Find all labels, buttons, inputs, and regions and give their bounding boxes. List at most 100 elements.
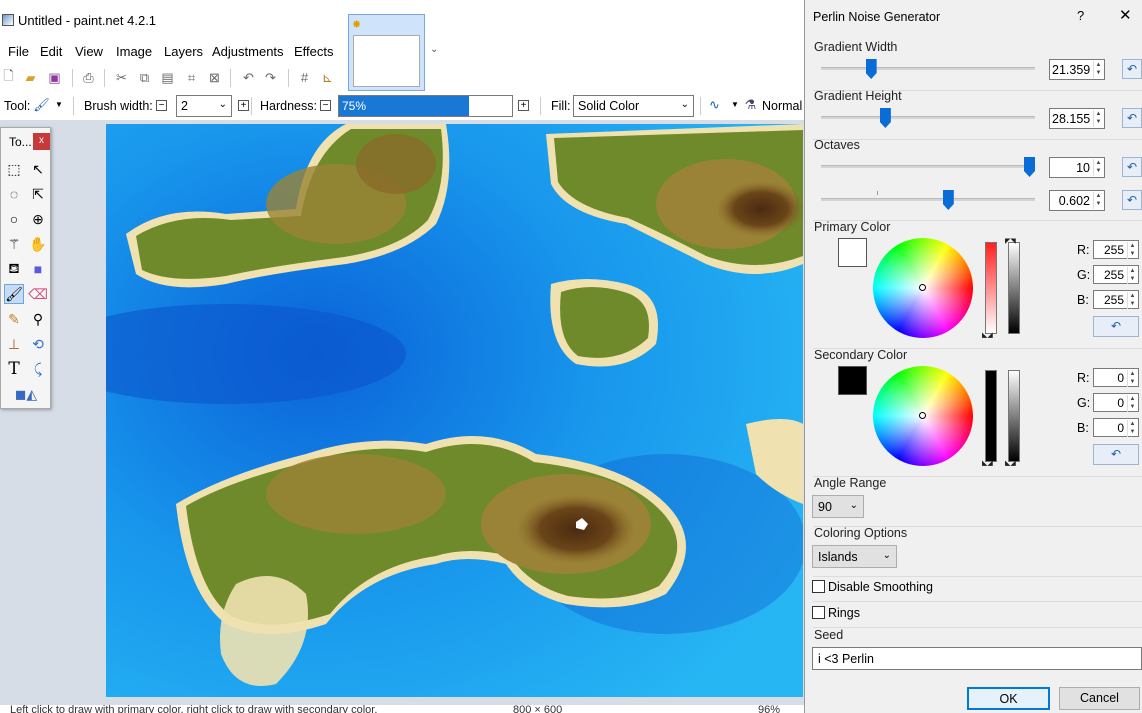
color-wheel-marker[interactable] [919, 412, 926, 419]
pencil-icon[interactable]: ✎ [4, 309, 24, 329]
secondary-color-wheel[interactable] [873, 366, 973, 466]
seed-input[interactable]: i <3 Perlin [812, 647, 1142, 670]
primary-color-swatch[interactable] [838, 238, 867, 267]
reset-octaves-button[interactable]: ↶ [1122, 157, 1142, 177]
slider-marker-icon[interactable]: ◣◢ [982, 459, 993, 467]
lasso-select-icon[interactable]: ◌ [4, 184, 24, 204]
open-folder-icon[interactable]: ▰ [22, 69, 39, 86]
rings-checkbox[interactable] [812, 606, 825, 619]
menu-layers[interactable]: Layers [164, 44, 203, 59]
redo-icon[interactable]: ↷ [262, 69, 279, 86]
hardness-increase-button[interactable]: + [518, 100, 529, 111]
gradient-height-track[interactable] [821, 116, 1035, 119]
undo-icon[interactable]: ↶ [240, 69, 257, 86]
persistence-slider-handle[interactable] [942, 190, 954, 210]
menu-adjustments[interactable]: Adjustments [212, 44, 284, 59]
move-selected-icon[interactable]: ↖ [28, 159, 48, 179]
gradient-icon[interactable]: ■ [28, 259, 48, 279]
spinner-arrows-icon[interactable]: ▲ ▼ [1127, 292, 1137, 309]
primary-value-bar[interactable] [1008, 242, 1020, 334]
menu-effects[interactable]: Effects [294, 44, 334, 59]
disable-smoothing-checkbox[interactable] [812, 580, 825, 593]
deselect-icon[interactable]: ⊠ [206, 69, 223, 86]
primary-b-input[interactable]: 255 ▲ ▼ [1093, 290, 1139, 309]
slider-marker-icon[interactable]: ◤◥ [1005, 237, 1016, 245]
fill-mode-combobox[interactable]: Solid Color ⌄ [573, 95, 694, 117]
secondary-r-input[interactable]: 0 ▲ ▼ [1093, 368, 1139, 387]
spinner-arrows-icon[interactable]: ▲ ▼ [1127, 267, 1137, 284]
secondary-saturation-bar[interactable] [985, 370, 997, 462]
menu-file[interactable]: File [8, 44, 29, 59]
tools-window-close-button[interactable]: x [33, 133, 50, 150]
primary-color-wheel[interactable] [873, 238, 973, 338]
ok-button[interactable]: OK [967, 687, 1050, 710]
spinner-arrows-icon[interactable]: ▲ ▼ [1127, 395, 1137, 412]
reset-primary-color-button[interactable]: ↶ [1093, 316, 1139, 337]
close-button[interactable]: ✕ [1119, 6, 1132, 24]
spinner-arrows-icon[interactable]: ▲ ▼ [1093, 110, 1103, 127]
cancel-button[interactable]: Cancel [1059, 687, 1140, 710]
paintbrush-icon[interactable]: 🖌 [4, 284, 24, 304]
hardness-slider[interactable]: 75% [338, 95, 513, 117]
gradient-height-input[interactable]: 28.155 ▲ ▼ [1049, 108, 1105, 129]
brush-width-decrease-button[interactable]: − [156, 100, 167, 111]
brush-width-increase-button[interactable]: + [238, 100, 249, 111]
persistence-track[interactable] [821, 198, 1035, 201]
octaves-input[interactable]: 10 ▲ ▼ [1049, 157, 1105, 178]
color-picker-icon[interactable]: ⚲ [28, 309, 48, 329]
hardness-decrease-button[interactable]: − [320, 100, 331, 111]
coloring-options-dropdown[interactable]: Islands ⌄ [812, 545, 897, 568]
move-selection-icon[interactable]: ⇱ [28, 184, 48, 204]
reset-gradient-width-button[interactable]: ↶ [1122, 59, 1142, 79]
shapes-icon[interactable]: ◼◭ [8, 384, 44, 404]
help-button[interactable]: ? [1077, 8, 1084, 23]
crop-icon[interactable]: ⌗ [183, 69, 200, 86]
octaves-slider-handle[interactable] [1024, 157, 1035, 177]
antialias-dropdown-arrow-icon[interactable]: ▼ [731, 100, 739, 109]
antialiasing-icon[interactable]: ∿ [706, 96, 723, 113]
rings-label[interactable]: Rings [828, 606, 860, 620]
magic-wand-icon[interactable]: ⚚ [4, 234, 24, 254]
tool-dropdown-arrow-icon[interactable]: ▼ [55, 100, 63, 109]
gradient-height-slider-handle[interactable] [879, 108, 891, 128]
primary-saturation-bar[interactable] [985, 242, 997, 334]
primary-r-input[interactable]: 255 ▲ ▼ [1093, 240, 1139, 259]
spinner-arrows-icon[interactable]: ▲ ▼ [1093, 61, 1103, 78]
disable-smoothing-label[interactable]: Disable Smoothing [828, 580, 933, 594]
secondary-b-input[interactable]: 0 ▲ ▼ [1093, 418, 1139, 437]
cut-icon[interactable]: ✂ [113, 69, 130, 86]
spinner-arrows-icon[interactable]: ▲ ▼ [1093, 159, 1103, 176]
status-zoom[interactable]: 96% [758, 705, 780, 713]
gradient-width-input[interactable]: 21.359 ▲ ▼ [1049, 59, 1105, 80]
slider-marker-icon[interactable]: ◣◢ [1005, 459, 1016, 467]
menu-image[interactable]: Image [116, 44, 152, 59]
image-canvas[interactable] [106, 124, 803, 697]
text-icon[interactable]: T [4, 359, 24, 379]
new-file-icon[interactable]: 🗋 [0, 68, 17, 86]
color-wheel-marker[interactable] [919, 284, 926, 291]
ellipse-select-icon[interactable]: ○ [4, 209, 24, 229]
reset-secondary-color-button[interactable]: ↶ [1093, 444, 1139, 465]
line-curve-icon[interactable]: ⤹ [28, 359, 48, 379]
secondary-color-swatch[interactable] [838, 366, 867, 395]
primary-g-input[interactable]: 255 ▲ ▼ [1093, 265, 1139, 284]
spinner-arrows-icon[interactable]: ▲ ▼ [1127, 370, 1137, 387]
reset-persistence-button[interactable]: ↶ [1122, 190, 1142, 210]
angle-range-dropdown[interactable]: 90 ⌄ [812, 495, 864, 518]
current-tool-paintbrush-icon[interactable]: 🖌 [33, 96, 50, 113]
reset-gradient-height-button[interactable]: ↶ [1122, 108, 1142, 128]
brush-width-combobox[interactable]: 2 ⌄ [176, 95, 232, 117]
save-icon[interactable]: ▣ [46, 69, 63, 86]
pan-hand-icon[interactable]: ✋ [28, 234, 48, 254]
image-list-chevron-icon[interactable]: ⌄ [430, 44, 438, 55]
gradient-width-track[interactable] [821, 67, 1035, 70]
zoom-icon[interactable]: ⊕ [28, 209, 48, 229]
slider-marker-icon[interactable]: ◣◢ [982, 331, 993, 339]
spinner-arrows-icon[interactable]: ▲ ▼ [1093, 192, 1103, 209]
paste-icon[interactable]: ▤ [159, 69, 176, 86]
clone-stamp-icon[interactable]: ⊥ [4, 334, 24, 354]
copy-icon[interactable]: ⧉ [136, 69, 153, 86]
blend-mode-value[interactable]: Normal [762, 99, 802, 113]
octaves-track[interactable] [821, 165, 1035, 168]
print-icon[interactable]: ⎙ [80, 69, 97, 86]
